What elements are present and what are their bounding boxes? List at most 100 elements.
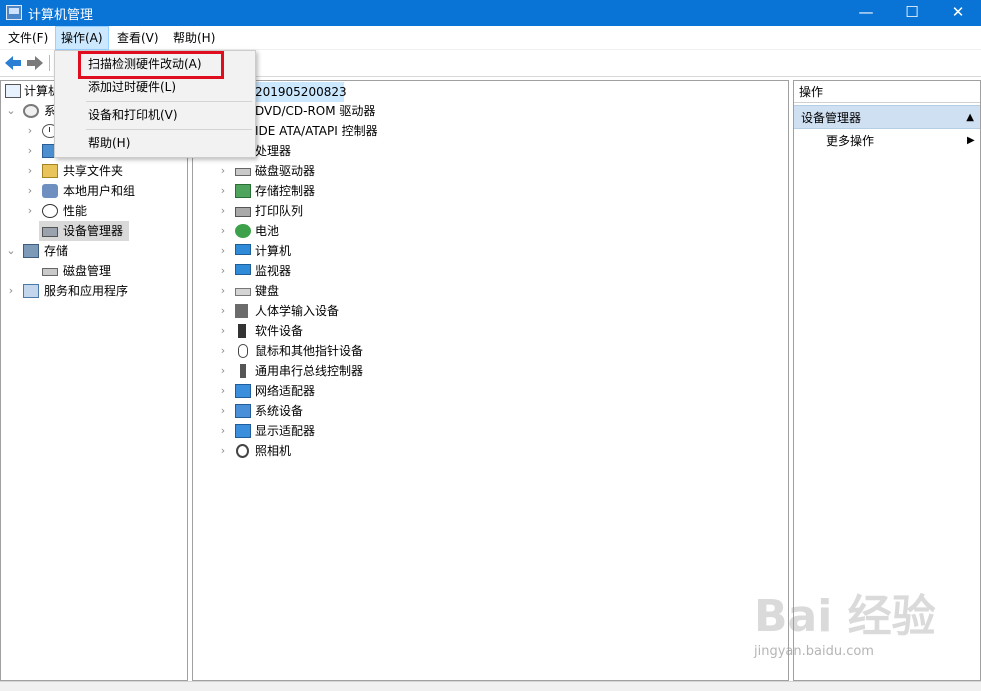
device-category-label: 网络适配器 [255, 384, 316, 398]
device-category-label: 键盘 [255, 284, 280, 298]
device-category-label: DVD/CD-ROM 驱动器 [255, 104, 376, 118]
chevron-right-icon[interactable]: › [24, 141, 36, 161]
hid-icon [235, 304, 248, 318]
forward-arrow-icon[interactable] [25, 54, 45, 72]
chevron-right-icon[interactable]: › [217, 221, 229, 241]
device-category-label: 通用串行总线控制器 [255, 364, 364, 378]
device-category-row[interactable]: › 监视器 [193, 261, 788, 281]
chevron-right-icon[interactable]: › [24, 201, 36, 221]
device-category-label: 计算机 [255, 244, 292, 258]
chevron-down-icon[interactable]: ⌄ [5, 241, 17, 261]
maximize-button[interactable]: ☐ [889, 0, 935, 26]
chevron-right-icon[interactable]: › [24, 121, 36, 141]
menu-bar: 文件(F) 操作(A) 查看(V) 帮助(H) [0, 26, 981, 50]
device-category-row[interactable]: › 计算机 [193, 241, 788, 261]
computer-name-node[interactable]: 201905200823 [253, 82, 347, 102]
software-device-icon [238, 324, 246, 338]
device-category-row[interactable]: › 存储控制器 [193, 181, 788, 201]
chevron-right-icon[interactable]: › [217, 441, 229, 461]
menu-action[interactable]: 操作(A) [55, 26, 109, 50]
minimize-button[interactable]: — [843, 0, 889, 26]
tree-item-services[interactable]: › 服务和应用程序 [1, 281, 187, 301]
chevron-right-icon[interactable]: › [24, 181, 36, 201]
device-category-row[interactable]: › 网络适配器 [193, 381, 788, 401]
collapse-up-icon[interactable]: ▲ [966, 106, 974, 130]
device-category-label: 存储控制器 [255, 184, 316, 198]
watermark-url: jingyan.baidu.com [754, 644, 874, 659]
tree-storage-label: 存储 [44, 244, 69, 258]
chevron-right-icon[interactable]: › [217, 201, 229, 221]
menu-item-help[interactable]: 帮助(H) [55, 132, 255, 154]
chevron-right-icon[interactable]: › [217, 321, 229, 341]
navigation-tree: 计算机 ⌄ 系 › › › 共享文件夹 › 本地用户和组 › 性能 设备管理器 … [0, 80, 188, 681]
chevron-down-icon[interactable]: ⌄ [5, 101, 17, 121]
chevron-right-icon[interactable]: ▶ [967, 131, 975, 151]
close-button[interactable]: ✕ [935, 0, 981, 26]
menu-file[interactable]: 文件(F) [3, 26, 53, 50]
device-category-row[interactable]: › 通用串行总线控制器 [193, 361, 788, 381]
back-arrow-icon[interactable] [3, 54, 23, 72]
more-actions-link[interactable]: 更多操作 [826, 131, 874, 151]
tree-item-local-users[interactable]: › 本地用户和组 [1, 181, 187, 201]
device-category-row[interactable]: › 磁盘驱动器 [193, 161, 788, 181]
tree-item-shared-folders[interactable]: › 共享文件夹 [1, 161, 187, 181]
chevron-right-icon[interactable]: › [217, 261, 229, 281]
chevron-right-icon[interactable]: › [217, 341, 229, 361]
mouse-icon [238, 344, 248, 358]
menu-help[interactable]: 帮助(H) [168, 26, 220, 50]
highlight-box [78, 51, 224, 79]
storage-icon [23, 244, 39, 258]
device-category-label: 照相机 [255, 444, 292, 458]
device-category-row[interactable]: DVD/CD-ROM 驱动器 [193, 101, 788, 121]
device-category-row[interactable]: › 显示适配器 [193, 421, 788, 441]
monitor-icon [235, 264, 251, 275]
chevron-right-icon[interactable]: › [217, 301, 229, 321]
device-category-label: 显示适配器 [255, 424, 316, 438]
tree-item-disk-management[interactable]: 磁盘管理 [1, 261, 187, 281]
chevron-right-icon[interactable]: › [217, 381, 229, 401]
system-device-icon [235, 404, 251, 418]
baidu-watermark: Bai 经验 jingyan.baidu.com [754, 572, 981, 672]
tree-item-device-manager[interactable]: 设备管理器 [39, 221, 129, 241]
device-category-row[interactable]: › 打印队列 [193, 201, 788, 221]
device-category-row[interactable]: › 系统设备 [193, 401, 788, 421]
printer-icon [235, 207, 251, 217]
chevron-right-icon[interactable]: › [24, 161, 36, 181]
device-category-row[interactable]: › 人体学输入设备 [193, 301, 788, 321]
chevron-right-icon[interactable]: › [5, 281, 17, 301]
menu-item-add-legacy-hardware[interactable]: 添加过时硬件(L) [55, 76, 255, 98]
device-category-row[interactable]: › 软件设备 [193, 321, 788, 341]
device-category-row[interactable]: › 鼠标和其他指针设备 [193, 341, 788, 361]
chevron-right-icon[interactable]: › [217, 401, 229, 421]
chevron-right-icon[interactable]: › [217, 421, 229, 441]
menu-separator [86, 129, 252, 130]
device-category-row[interactable]: IDE ATA/ATAPI 控制器 [193, 121, 788, 141]
computer-management-icon [6, 5, 22, 20]
tree-item-performance[interactable]: › 性能 [1, 201, 187, 221]
menu-item-devices-printers[interactable]: 设备和打印机(V) [55, 104, 255, 126]
tree-disk-management-label: 磁盘管理 [63, 264, 112, 278]
tree-performance-label: 性能 [63, 204, 88, 218]
device-category-label: 磁盘驱动器 [255, 164, 316, 178]
computer-icon [235, 244, 251, 255]
device-category-row[interactable]: › 电池 [193, 221, 788, 241]
menu-view[interactable]: 查看(V) [112, 26, 164, 50]
computer-name-label: 201905200823 [255, 85, 347, 99]
tree-device-manager-label: 设备管理器 [63, 224, 124, 238]
chevron-right-icon[interactable]: › [217, 281, 229, 301]
device-category-row[interactable]: 处理器 [193, 141, 788, 161]
chevron-right-icon[interactable]: › [217, 161, 229, 181]
system-tools-icon [23, 104, 39, 118]
chevron-right-icon[interactable]: › [217, 361, 229, 381]
actions-section-device-manager[interactable]: 设备管理器 ▲ [794, 105, 980, 129]
actions-section-label: 设备管理器 [801, 111, 862, 125]
device-category-row[interactable]: › 照相机 [193, 441, 788, 461]
users-icon [42, 184, 58, 198]
tree-item-storage[interactable]: ⌄ 存储 [1, 241, 187, 261]
performance-icon [42, 204, 58, 218]
toolbar-separator [49, 55, 50, 71]
chevron-right-icon[interactable]: › [217, 181, 229, 201]
chevron-right-icon[interactable]: › [217, 241, 229, 261]
device-list: 201905200823 DVD/CD-ROM 驱动器 IDE ATA/ATAP… [192, 80, 789, 681]
device-category-row[interactable]: › 键盘 [193, 281, 788, 301]
